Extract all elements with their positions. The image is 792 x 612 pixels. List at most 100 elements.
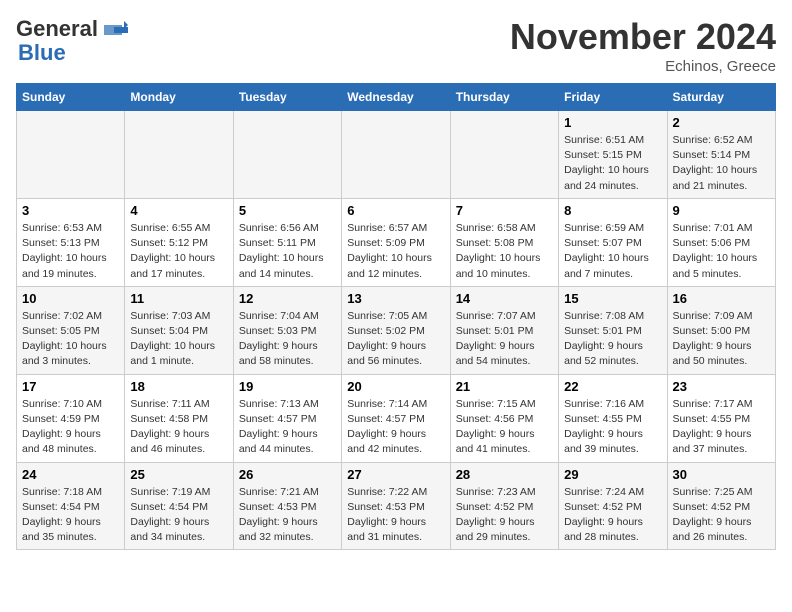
day-number: 27 [347, 467, 444, 482]
day-info: Sunrise: 7:02 AM Sunset: 5:05 PM Dayligh… [22, 309, 119, 370]
day-number: 20 [347, 379, 444, 394]
day-number: 29 [564, 467, 661, 482]
col-header-wednesday: Wednesday [342, 84, 450, 111]
calendar-cell: 19Sunrise: 7:13 AM Sunset: 4:57 PM Dayli… [233, 374, 341, 462]
calendar-cell: 24Sunrise: 7:18 AM Sunset: 4:54 PM Dayli… [17, 462, 125, 550]
day-number: 2 [673, 115, 770, 130]
day-info: Sunrise: 7:05 AM Sunset: 5:02 PM Dayligh… [347, 309, 444, 370]
calendar-cell: 11 Sunrise: 7:03 AM Sunset: 5:04 PM Dayli… [125, 286, 233, 374]
calendar-cell: 15Sunrise: 7:08 AM Sunset: 5:01 PM Dayli… [559, 286, 667, 374]
logo-arrow-icon [100, 19, 128, 41]
calendar-week-row: 24Sunrise: 7:18 AM Sunset: 4:54 PM Dayli… [17, 462, 776, 550]
calendar-week-row: 3 Sunrise: 6:53 AM Sunset: 5:13 PM Daylig… [17, 198, 776, 286]
day-info: Sunrise: 6:58 AM Sunset: 5:08 PM Dayligh… [456, 221, 553, 282]
day-number: 1 [564, 115, 661, 130]
day-info: Sunrise: 7:04 AM Sunset: 5:03 PM Dayligh… [239, 309, 336, 370]
calendar-header-row: SundayMondayTuesdayWednesdayThursdayFrid… [17, 84, 776, 111]
col-header-thursday: Thursday [450, 84, 558, 111]
calendar-cell [342, 111, 450, 199]
day-info: Sunrise: 6:57 AM Sunset: 5:09 PM Dayligh… [347, 221, 444, 282]
day-number: 16 [673, 291, 770, 306]
day-info: Sunrise: 6:59 AM Sunset: 5:07 PM Dayligh… [564, 221, 661, 282]
day-info: Sunrise: 7:23 AM Sunset: 4:52 PM Dayligh… [456, 485, 553, 546]
calendar-cell [233, 111, 341, 199]
calendar-cell: 18 Sunrise: 7:11 AM Sunset: 4:58 PM Dayli… [125, 374, 233, 462]
logo-blue-text: Blue [18, 40, 66, 66]
calendar-cell [125, 111, 233, 199]
calendar-cell: 5 Sunrise: 6:56 AM Sunset: 5:11 PM Daylig… [233, 198, 341, 286]
calendar-week-row: 1 Sunrise: 6:51 AM Sunset: 5:15 PM Daylig… [17, 111, 776, 199]
logo: General Blue [16, 16, 128, 66]
day-info: Sunrise: 6:55 AM Sunset: 5:12 PM Dayligh… [130, 221, 227, 282]
day-info: Sunrise: 7:24 AM Sunset: 4:52 PM Dayligh… [564, 485, 661, 546]
day-info: Sunrise: 7:01 AM Sunset: 5:06 PM Dayligh… [673, 221, 770, 282]
day-info: Sunrise: 7:21 AM Sunset: 4:53 PM Dayligh… [239, 485, 336, 546]
day-number: 30 [673, 467, 770, 482]
day-number: 25 [130, 467, 227, 482]
calendar-cell: 23 Sunrise: 7:17 AM Sunset: 4:55 PM Dayli… [667, 374, 775, 462]
month-title: November 2024 [510, 16, 776, 58]
day-info: Sunrise: 6:52 AM Sunset: 5:14 PM Dayligh… [673, 133, 770, 194]
day-info: Sunrise: 7:03 AM Sunset: 5:04 PM Dayligh… [130, 309, 227, 370]
day-number: 3 [22, 203, 119, 218]
calendar-week-row: 17 Sunrise: 7:10 AM Sunset: 4:59 PM Dayli… [17, 374, 776, 462]
calendar-cell: 16Sunrise: 7:09 AM Sunset: 5:00 PM Dayli… [667, 286, 775, 374]
day-info: Sunrise: 7:17 AM Sunset: 4:55 PM Dayligh… [673, 397, 770, 458]
day-number: 14 [456, 291, 553, 306]
day-info: Sunrise: 7:25 AM Sunset: 4:52 PM Dayligh… [673, 485, 770, 546]
calendar-cell: 7 Sunrise: 6:58 AM Sunset: 5:08 PM Daylig… [450, 198, 558, 286]
calendar-week-row: 10Sunrise: 7:02 AM Sunset: 5:05 PM Dayli… [17, 286, 776, 374]
calendar-cell: 13 Sunrise: 7:05 AM Sunset: 5:02 PM Dayli… [342, 286, 450, 374]
col-header-saturday: Saturday [667, 84, 775, 111]
calendar-cell: 10Sunrise: 7:02 AM Sunset: 5:05 PM Dayli… [17, 286, 125, 374]
day-info: Sunrise: 7:22 AM Sunset: 4:53 PM Dayligh… [347, 485, 444, 546]
calendar-cell: 17 Sunrise: 7:10 AM Sunset: 4:59 PM Dayli… [17, 374, 125, 462]
calendar-table: SundayMondayTuesdayWednesdayThursdayFrid… [16, 83, 776, 550]
calendar-cell [450, 111, 558, 199]
calendar-cell: 8 Sunrise: 6:59 AM Sunset: 5:07 PM Daylig… [559, 198, 667, 286]
day-number: 21 [456, 379, 553, 394]
day-info: Sunrise: 7:15 AM Sunset: 4:56 PM Dayligh… [456, 397, 553, 458]
calendar-cell: 9Sunrise: 7:01 AM Sunset: 5:06 PM Daylig… [667, 198, 775, 286]
day-number: 11 [130, 291, 227, 306]
col-header-monday: Monday [125, 84, 233, 111]
calendar-cell: 22Sunrise: 7:16 AM Sunset: 4:55 PM Dayli… [559, 374, 667, 462]
day-info: Sunrise: 7:07 AM Sunset: 5:01 PM Dayligh… [456, 309, 553, 370]
calendar-cell: 28Sunrise: 7:23 AM Sunset: 4:52 PM Dayli… [450, 462, 558, 550]
day-number: 6 [347, 203, 444, 218]
calendar-cell: 6 Sunrise: 6:57 AM Sunset: 5:09 PM Daylig… [342, 198, 450, 286]
day-info: Sunrise: 7:19 AM Sunset: 4:54 PM Dayligh… [130, 485, 227, 546]
day-number: 18 [130, 379, 227, 394]
calendar-cell: 29 Sunrise: 7:24 AM Sunset: 4:52 PM Dayli… [559, 462, 667, 550]
title-area: November 2024 Echinos, Greece [510, 16, 776, 75]
day-number: 17 [22, 379, 119, 394]
calendar-cell: 27 Sunrise: 7:22 AM Sunset: 4:53 PM Dayli… [342, 462, 450, 550]
day-number: 24 [22, 467, 119, 482]
day-info: Sunrise: 7:11 AM Sunset: 4:58 PM Dayligh… [130, 397, 227, 458]
day-info: Sunrise: 7:14 AM Sunset: 4:57 PM Dayligh… [347, 397, 444, 458]
day-info: Sunrise: 6:56 AM Sunset: 5:11 PM Dayligh… [239, 221, 336, 282]
calendar-cell: 30 Sunrise: 7:25 AM Sunset: 4:52 PM Dayli… [667, 462, 775, 550]
day-info: Sunrise: 7:10 AM Sunset: 4:59 PM Dayligh… [22, 397, 119, 458]
day-number: 19 [239, 379, 336, 394]
calendar-cell: 2 Sunrise: 6:52 AM Sunset: 5:14 PM Daylig… [667, 111, 775, 199]
day-number: 13 [347, 291, 444, 306]
page-header: General Blue November 2024 Echinos, Gree… [16, 16, 776, 75]
calendar-cell: 3 Sunrise: 6:53 AM Sunset: 5:13 PM Daylig… [17, 198, 125, 286]
day-number: 26 [239, 467, 336, 482]
day-info: Sunrise: 7:16 AM Sunset: 4:55 PM Dayligh… [564, 397, 661, 458]
day-number: 7 [456, 203, 553, 218]
calendar-cell: 4Sunrise: 6:55 AM Sunset: 5:12 PM Daylig… [125, 198, 233, 286]
day-number: 8 [564, 203, 661, 218]
day-info: Sunrise: 6:53 AM Sunset: 5:13 PM Dayligh… [22, 221, 119, 282]
day-number: 23 [673, 379, 770, 394]
calendar-cell: 1 Sunrise: 6:51 AM Sunset: 5:15 PM Daylig… [559, 111, 667, 199]
day-info: Sunrise: 6:51 AM Sunset: 5:15 PM Dayligh… [564, 133, 661, 194]
calendar-cell: 21 Sunrise: 7:15 AM Sunset: 4:56 PM Dayli… [450, 374, 558, 462]
day-number: 5 [239, 203, 336, 218]
calendar-cell [17, 111, 125, 199]
calendar-cell: 12Sunrise: 7:04 AM Sunset: 5:03 PM Dayli… [233, 286, 341, 374]
col-header-friday: Friday [559, 84, 667, 111]
location: Echinos, Greece [510, 58, 776, 75]
calendar-cell: 26 Sunrise: 7:21 AM Sunset: 4:53 PM Dayli… [233, 462, 341, 550]
